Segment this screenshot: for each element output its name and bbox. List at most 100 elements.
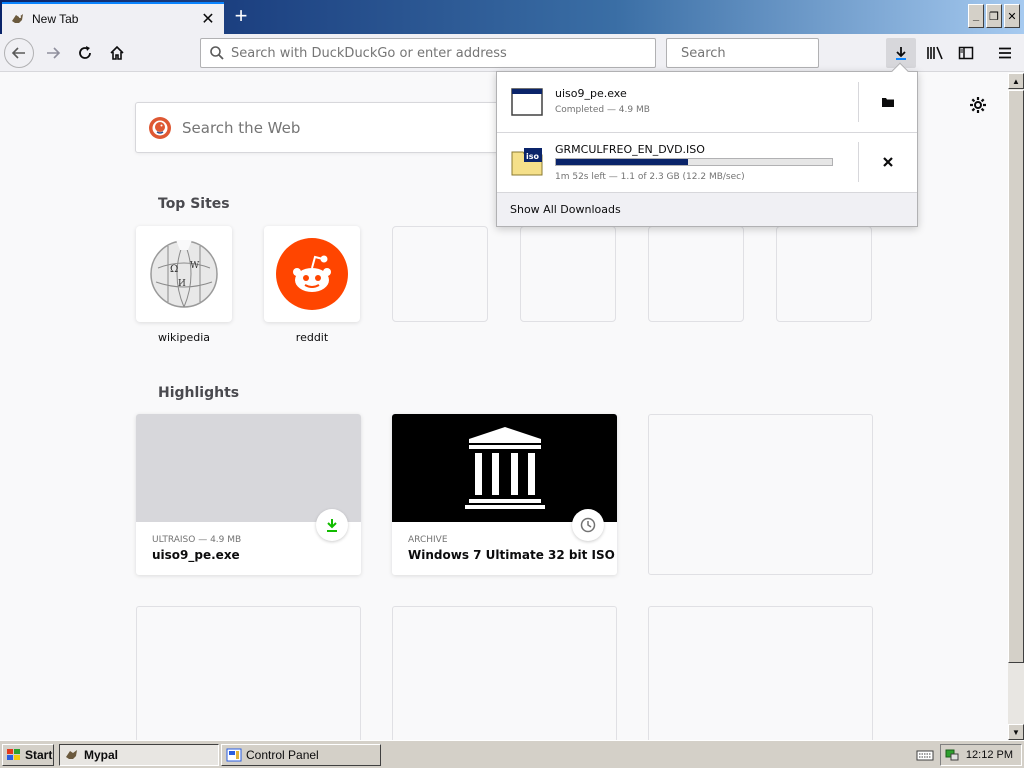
card-context: ULTRAISO — 4.9 MB xyxy=(152,535,242,545)
folder-icon xyxy=(881,98,894,107)
tab-new-tab[interactable]: New Tab ✕ xyxy=(2,2,224,34)
card-title: Windows 7 Ultimate 32 bit ISO (... xyxy=(408,548,617,562)
top-site-empty[interactable] xyxy=(776,226,872,322)
top-site-empty[interactable] xyxy=(392,226,488,322)
highlight-card-empty xyxy=(392,606,617,740)
mypal-logo-icon xyxy=(10,11,26,27)
open-folder-button[interactable] xyxy=(858,82,916,122)
start-label: Start xyxy=(25,748,53,762)
arrow-right-icon xyxy=(47,47,61,59)
duckduckgo-logo-icon xyxy=(149,116,171,139)
top-sites-heading: Top Sites xyxy=(158,196,230,212)
reload-button[interactable] xyxy=(70,38,100,68)
library-icon xyxy=(927,46,943,60)
search-bar[interactable] xyxy=(666,38,851,68)
wikipedia-logo-icon: Ω W И xyxy=(150,240,218,308)
card-title: uiso9_pe.exe xyxy=(152,548,240,562)
internet-archive-logo-icon xyxy=(464,427,545,509)
close-window-button[interactable]: ✕ xyxy=(1004,4,1020,28)
taskbar-item-label: Mypal xyxy=(84,748,119,762)
card-thumbnail xyxy=(392,414,617,522)
control-panel-icon xyxy=(226,748,242,762)
network-icon[interactable] xyxy=(944,747,960,763)
show-all-downloads-button[interactable]: Show All Downloads xyxy=(497,192,917,226)
download-progress-bar xyxy=(555,158,833,166)
highlights-heading: Highlights xyxy=(158,385,240,401)
highlight-card-archive[interactable]: ARCHIVE Windows 7 Ultimate 32 bit ISO (.… xyxy=(392,414,617,575)
start-button[interactable]: Start xyxy=(2,744,54,766)
download-status: Completed — 4.9 MB xyxy=(555,105,650,115)
system-tray: 12:12 PM xyxy=(940,744,1022,766)
home-icon xyxy=(110,45,124,60)
svg-text:Ω: Ω xyxy=(170,264,178,275)
tab-title: New Tab xyxy=(32,12,79,26)
arrow-left-icon xyxy=(11,47,25,59)
mypal-logo-icon xyxy=(66,750,77,759)
top-site-empty[interactable] xyxy=(520,226,616,322)
top-site-wikipedia[interactable]: Ω W И xyxy=(136,226,232,322)
scrollbar-thumb[interactable] xyxy=(1008,90,1024,663)
top-site-empty[interactable] xyxy=(648,226,744,322)
download-icon xyxy=(327,519,337,532)
url-input[interactable] xyxy=(231,45,655,61)
sidebar-button[interactable] xyxy=(951,38,981,68)
plus-icon: + xyxy=(234,3,248,28)
taskbar-item-control-panel[interactable]: Control Panel xyxy=(221,744,381,766)
home-button[interactable] xyxy=(102,38,132,68)
download-filename: uiso9_pe.exe xyxy=(555,87,627,100)
customize-button[interactable] xyxy=(966,93,990,117)
back-button[interactable] xyxy=(4,38,34,68)
download-arrow-icon xyxy=(896,47,906,60)
close-tab-icon[interactable]: ✕ xyxy=(198,9,218,29)
forward-button[interactable] xyxy=(38,38,68,68)
reddit-logo-icon xyxy=(276,238,348,310)
top-site-reddit[interactable] xyxy=(264,226,360,322)
svg-text:И: И xyxy=(178,279,186,289)
hamburger-menu-icon xyxy=(999,47,1011,59)
keyboard-icon[interactable] xyxy=(916,747,934,763)
search-input[interactable] xyxy=(681,45,851,61)
clock[interactable]: 12:12 PM xyxy=(966,749,1013,761)
executable-file-icon xyxy=(511,88,543,116)
progress-fill xyxy=(556,159,689,165)
vertical-scrollbar[interactable]: ▲ ▼ xyxy=(1008,73,1024,740)
window-controls: _ ❐ ✕ xyxy=(968,4,1020,28)
top-site-label: reddit xyxy=(295,331,329,344)
download-badge xyxy=(316,509,348,541)
download-status: 1m 52s left — 1.1 of 2.3 GB (12.2 MB/sec… xyxy=(555,172,745,182)
history-badge xyxy=(572,509,604,541)
downloads-panel: uiso9_pe.exe Completed — 4.9 MB iso GRMC… xyxy=(496,62,918,227)
library-button[interactable] xyxy=(920,38,950,68)
close-icon xyxy=(882,157,893,167)
highlight-card-download[interactable]: ULTRAISO — 4.9 MB uiso9_pe.exe xyxy=(136,414,361,575)
navigation-toolbar xyxy=(0,34,1024,72)
gear-icon xyxy=(970,97,986,113)
restore-button[interactable]: ❐ xyxy=(986,4,1002,28)
download-item-in-progress[interactable]: iso GRMCULFREO_EN_DVD.ISO 1m 52s left — … xyxy=(497,132,917,192)
windows-logo-icon xyxy=(7,749,20,760)
new-tab-button[interactable]: + xyxy=(226,2,256,30)
taskbar-item-mypal[interactable]: Mypal xyxy=(59,744,219,766)
iso-file-icon: iso xyxy=(511,148,543,176)
top-site-label: wikipedia xyxy=(157,331,210,344)
download-filename: GRMCULFREO_EN_DVD.ISO xyxy=(555,143,705,156)
url-bar[interactable] xyxy=(200,38,656,68)
scroll-up-arrow-icon[interactable]: ▲ xyxy=(1008,73,1024,89)
menu-button[interactable] xyxy=(990,38,1020,68)
scroll-down-arrow-icon[interactable]: ▼ xyxy=(1008,724,1024,740)
cancel-download-button[interactable] xyxy=(858,142,916,182)
highlight-card-empty xyxy=(136,606,361,740)
download-item-completed[interactable]: uiso9_pe.exe Completed — 4.9 MB xyxy=(497,72,917,132)
highlight-card-empty xyxy=(648,606,873,740)
taskbar: Start Mypal Control Panel 12:12 PM xyxy=(0,740,1024,768)
search-icon xyxy=(210,46,224,60)
svg-text:iso: iso xyxy=(526,152,540,161)
sidebar-icon xyxy=(958,46,974,60)
clock-icon xyxy=(580,517,596,533)
show-all-downloads-label: Show All Downloads xyxy=(510,203,621,216)
highlight-card-empty xyxy=(648,414,873,575)
reload-icon xyxy=(79,46,91,59)
taskbar-item-label: Control Panel xyxy=(246,748,319,762)
minimize-button[interactable]: _ xyxy=(968,4,984,28)
card-thumbnail xyxy=(136,414,361,522)
